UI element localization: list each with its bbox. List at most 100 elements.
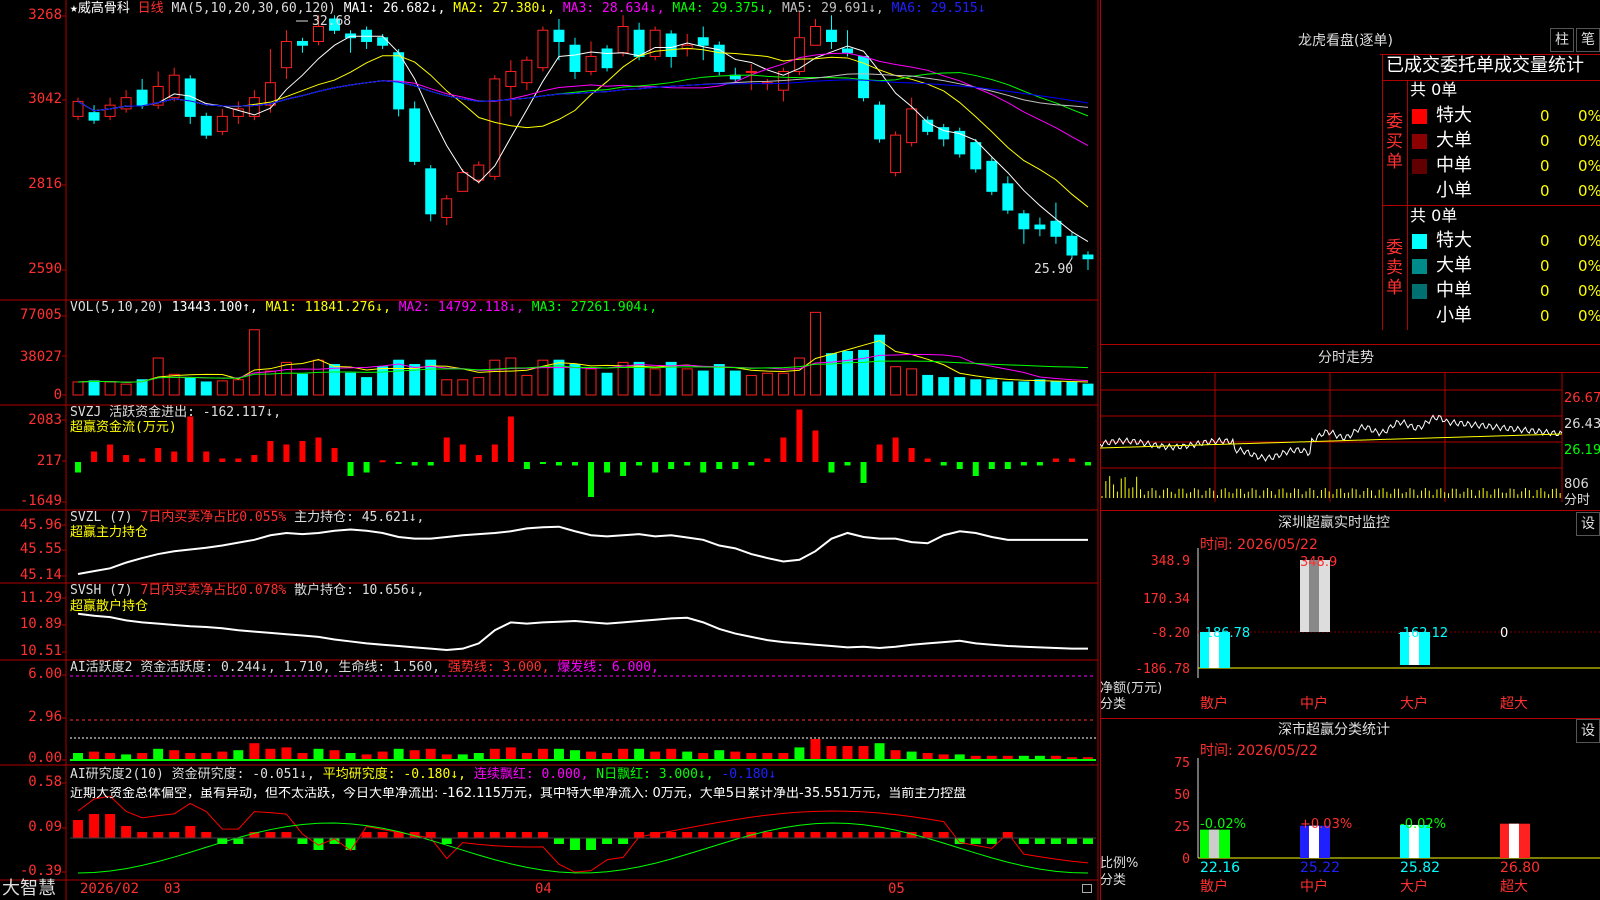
flow-bar-in [764, 458, 771, 462]
active-bar [858, 746, 869, 760]
active-bar [682, 751, 693, 760]
monitor-cat-2: 大户 [1400, 696, 1428, 712]
classify-pct-0: -0.02% [1200, 817, 1246, 832]
axis-air-2: -0.39 [19, 863, 62, 879]
bar-mode-button[interactable]: 柱 [1550, 28, 1574, 52]
monitor-cat-0: 散户 [1200, 696, 1228, 712]
research-bar [265, 832, 276, 838]
classify-cat-0: 散户 [1200, 879, 1228, 895]
volume-bar-down [938, 377, 950, 396]
buy-row-swatch-1 [1412, 134, 1427, 149]
buy-row-swatch-0 [1412, 109, 1427, 124]
flow-bar-out [1004, 462, 1011, 469]
volume-bar-up [232, 379, 244, 396]
candle-down [858, 55, 870, 99]
buy-row-name-0: 特大 [1436, 105, 1472, 126]
stock-title: ★威高骨科 [70, 1, 130, 16]
lhb-tab-row[interactable]: 已成交委托单成交量统计 [1386, 57, 1584, 75]
candle-down [1050, 220, 1062, 237]
candle-down [874, 104, 886, 140]
research-bar [105, 814, 116, 838]
period-label[interactable]: 日线 [138, 1, 164, 16]
volume-bar-down [1082, 383, 1094, 396]
fs-axis-2: 26.19 [1564, 443, 1600, 458]
monitor-cat-1: 中户 [1300, 696, 1328, 712]
candle-down [377, 37, 389, 46]
flow-bar-out [716, 462, 723, 469]
active-bar [249, 743, 260, 760]
classify-axis-3: 0 [1182, 852, 1190, 867]
candle-up [585, 55, 597, 72]
research-bar [842, 832, 853, 838]
ai2-burst: 爆发线: 6.000, [557, 660, 659, 675]
svsh-pct: 7日内买卖净占比0.078% [140, 583, 287, 598]
sell-row-name-2: 中单 [1436, 280, 1472, 301]
flow-bar-out [363, 462, 370, 473]
lock-icon[interactable] [1082, 884, 1092, 893]
flow-bar-out [700, 462, 707, 473]
flow-bar-in [139, 458, 146, 462]
svsh-hold: 散户持仓: 10.656↓, [294, 583, 425, 598]
sell-row-swatch-0 [1412, 234, 1427, 249]
retail-hold-line [77, 612, 1088, 652]
svzl-label: SVZL (7) [70, 510, 133, 525]
chart-area[interactable]: ★威高骨科 日线 MA(5,10,20,30,60,120) MA1: 26.6… [0, 0, 1100, 900]
volume-bar-down [329, 364, 340, 396]
monitor-axis-1: 170.34 [1143, 592, 1190, 607]
flow-bar-out [347, 462, 354, 476]
vol-ma-2: MA2: 14792.118↓, [390, 300, 524, 315]
svsh-label: SVSH (7) [70, 583, 133, 598]
buy-row-count-3: 0 [1540, 182, 1550, 200]
flow-bar-in [235, 458, 242, 462]
intraday-chart[interactable] [1100, 372, 1600, 512]
volume-bar-down [1034, 379, 1046, 396]
volume-bar-down [345, 372, 357, 396]
monitor-value-3: 0 [1500, 626, 1509, 641]
kline-chart[interactable] [0, 0, 1100, 900]
active-bar [185, 753, 196, 760]
volume-bar-down [858, 349, 870, 396]
sell-total: 共 0单 [1410, 206, 1458, 225]
volume-bar-up [280, 361, 292, 396]
flow-bar-out [411, 462, 418, 466]
volume-bar-down [986, 379, 998, 396]
active-bar [425, 748, 436, 760]
candle-up [745, 70, 757, 73]
volume-bar-down [393, 359, 405, 396]
candle-down [633, 29, 645, 57]
active-bar [810, 739, 821, 760]
classify-bar-shine-3 [1509, 823, 1519, 858]
active-bar [746, 753, 757, 760]
volume-bar-up [248, 329, 260, 396]
ma-value-5: MA5: 29.691↓, [774, 1, 884, 16]
air-n: N日飘红: 3.000↓, [596, 767, 714, 782]
flow-bar-in [107, 444, 114, 462]
classify-axis-0: 75 [1174, 756, 1190, 771]
classify-cat-1: 中户 [1300, 879, 1328, 895]
sell-row-count-0: 0 [1540, 232, 1550, 250]
ma-value-1: MA1: 26.682↓, [343, 1, 446, 16]
volume-bar-up [890, 366, 902, 396]
volume-bar-down [200, 381, 212, 396]
axis-svzj-2: -1649 [19, 493, 62, 509]
fs-axis-0: 26.67 [1564, 391, 1600, 406]
air-avg: 平均研究度: -0.180↓, [322, 767, 466, 782]
flow-bar-out [427, 462, 434, 466]
flow-bar-out [636, 462, 643, 466]
classify-value-2: 25.82 [1400, 860, 1441, 876]
volume-bar-down [826, 353, 837, 396]
flow-bar-in [203, 451, 210, 462]
volume-bar-down [409, 364, 421, 396]
vol-ma-1: MA1: 11841.276↓, [265, 300, 391, 315]
candle-down [200, 115, 212, 136]
sell-row-pct-0: 0% [1578, 232, 1600, 250]
flow-bar-out [684, 462, 691, 466]
research-bar [185, 826, 196, 838]
active-bar [73, 753, 83, 760]
date-label-1: 03 [164, 881, 181, 897]
flow-bar-in [892, 437, 899, 462]
research-bar [1083, 838, 1093, 844]
volume-bar-down [1050, 381, 1062, 396]
tick-mode-button[interactable]: 笔 [1576, 28, 1600, 52]
volume-bar-up [681, 368, 693, 396]
